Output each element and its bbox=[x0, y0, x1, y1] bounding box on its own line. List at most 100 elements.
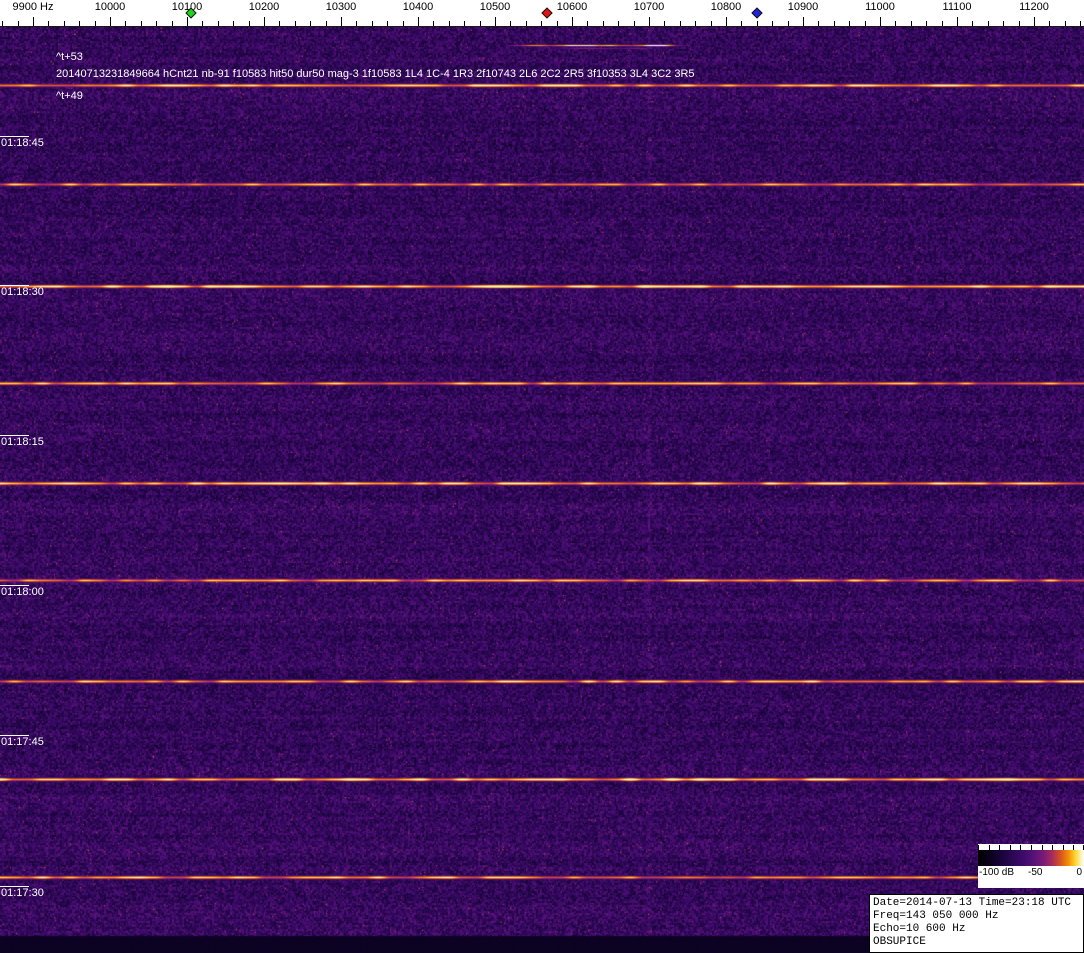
ruler-tick bbox=[402, 21, 404, 26]
ruler-tick bbox=[895, 21, 897, 26]
ruler-label: 10600 bbox=[556, 1, 588, 13]
ruler-tick bbox=[248, 21, 250, 26]
colorbar-mid-label: -50 bbox=[1028, 867, 1043, 878]
ruler-tick bbox=[664, 21, 666, 26]
ruler-label: 10900 bbox=[787, 1, 819, 13]
ruler-label: 11200 bbox=[1019, 1, 1049, 13]
ruler-tick bbox=[556, 21, 558, 26]
ruler-tick bbox=[741, 21, 743, 26]
ruler-tick bbox=[294, 21, 296, 26]
ruler-tick bbox=[756, 21, 758, 26]
time-label: 01:18:30 bbox=[0, 285, 44, 298]
ruler-tick bbox=[772, 21, 774, 26]
detection-log-text: 20140713231849664 hCnt21 nb-91 f10583 hi… bbox=[56, 68, 695, 80]
ruler-tick bbox=[140, 21, 142, 26]
ruler-tick bbox=[125, 21, 127, 26]
ruler-tick bbox=[787, 21, 789, 26]
ruler-tick bbox=[79, 21, 81, 26]
ruler-tick bbox=[1064, 21, 1066, 26]
ruler-tick bbox=[649, 17, 650, 26]
ruler-tick bbox=[433, 21, 435, 26]
info-echo-frequency: Echo=10 600 Hz bbox=[873, 923, 966, 935]
colorbar-max-label: 0 bbox=[1076, 867, 1082, 878]
ruler-tick bbox=[541, 21, 543, 26]
marker-red-diamond[interactable] bbox=[541, 7, 554, 19]
time-label: 01:17:45 bbox=[0, 735, 44, 748]
marker-blue-diamond[interactable] bbox=[751, 7, 763, 19]
ruler-tick bbox=[510, 21, 512, 26]
ruler-tick bbox=[818, 21, 820, 26]
ruler-tick bbox=[926, 21, 928, 26]
ruler-tick bbox=[371, 21, 373, 26]
ruler-tick bbox=[1003, 21, 1005, 26]
info-date-time: Date=2014-07-13 Time=23:18 UTC bbox=[873, 897, 1072, 909]
ruler-label: 11000 bbox=[865, 1, 895, 13]
ruler-tick bbox=[495, 17, 496, 26]
ruler-tick bbox=[464, 21, 466, 26]
colorbar-labels: -100 dB -50 0 bbox=[978, 866, 1084, 880]
ruler-tick bbox=[695, 21, 697, 26]
ruler-tick bbox=[156, 21, 158, 26]
info-station-name: OBSUPICE bbox=[873, 936, 926, 948]
ruler-tick bbox=[233, 21, 235, 26]
ruler-tick bbox=[525, 21, 527, 26]
ruler-tick bbox=[325, 21, 327, 26]
ruler-tick bbox=[1080, 21, 1082, 26]
time-label-text: 01:17:45 bbox=[1, 736, 44, 748]
ruler-tick bbox=[880, 17, 881, 26]
time-label-text: 01:18:45 bbox=[1, 137, 44, 149]
ruler-tick bbox=[17, 21, 19, 26]
ruler-tick bbox=[679, 21, 681, 26]
ruler-label: 11100 bbox=[942, 1, 972, 13]
ruler-tick bbox=[310, 21, 312, 26]
ruler-tick bbox=[726, 17, 727, 26]
ruler-label: 10400 bbox=[402, 1, 434, 13]
observation-info-box: Date=2014-07-13 Time=23:18 UTC Freq=143 … bbox=[869, 894, 1084, 953]
ruler-tick bbox=[864, 21, 866, 26]
frequency-ruler[interactable]: 9900 Hz 10000 10100 10200 10300 10400 10500 106… bbox=[0, 0, 1084, 27]
time-label-text: 01:18:15 bbox=[1, 436, 44, 448]
ruler-tick bbox=[110, 17, 111, 26]
ruler-tick bbox=[972, 21, 974, 26]
color-scale-legend: -100 dB -50 0 bbox=[978, 844, 1084, 888]
ruler-tick bbox=[587, 21, 589, 26]
ruler-tick bbox=[33, 17, 34, 26]
ruler-label: 10000 bbox=[94, 1, 126, 13]
time-offset-label-49: ^t+49 bbox=[56, 90, 83, 102]
ruler-tick bbox=[187, 17, 188, 26]
ruler-tick bbox=[264, 17, 265, 26]
colorbar-min-label: -100 dB bbox=[979, 867, 1015, 878]
colorbar-ticks bbox=[978, 844, 1084, 850]
ruler-tick bbox=[803, 17, 804, 26]
ruler-tick bbox=[94, 21, 96, 26]
ruler-tick bbox=[341, 17, 342, 26]
ruler-tick bbox=[356, 21, 358, 26]
info-frequency: Freq=143 050 000 Hz bbox=[873, 910, 999, 922]
time-label: 01:17:30 bbox=[0, 886, 44, 899]
spectrogram-waterfall[interactable] bbox=[0, 27, 1084, 953]
ruler-tick bbox=[1034, 17, 1035, 26]
ruler-tick bbox=[602, 21, 604, 26]
ruler-label: 10200 bbox=[248, 1, 280, 13]
time-label: 01:18:00 bbox=[0, 585, 44, 598]
spectrogram-app: 9900 Hz 10000 10100 10200 10300 10400 10500 106… bbox=[0, 0, 1084, 953]
ruler-label: 10500 bbox=[479, 1, 511, 13]
time-offset-label-53: ^t+53 bbox=[56, 51, 83, 63]
time-label-text: 01:18:30 bbox=[1, 286, 44, 298]
ruler-tick bbox=[171, 21, 173, 26]
ruler-tick bbox=[479, 21, 481, 26]
ruler-label: 10300 bbox=[325, 1, 357, 13]
time-label: 01:18:15 bbox=[0, 435, 44, 448]
ruler-tick bbox=[572, 17, 573, 26]
ruler-tick bbox=[941, 21, 943, 26]
ruler-tick bbox=[957, 17, 958, 26]
ruler-tick bbox=[618, 21, 620, 26]
ruler-tick bbox=[448, 21, 450, 26]
ruler-tick bbox=[1018, 21, 1020, 26]
ruler-tick bbox=[833, 21, 835, 26]
ruler-tick bbox=[48, 21, 50, 26]
ruler-tick bbox=[1049, 21, 1051, 26]
ruler-label: 9900 Hz bbox=[12, 1, 54, 13]
time-label: 01:18:45 bbox=[0, 136, 44, 149]
ruler-tick bbox=[217, 21, 219, 26]
